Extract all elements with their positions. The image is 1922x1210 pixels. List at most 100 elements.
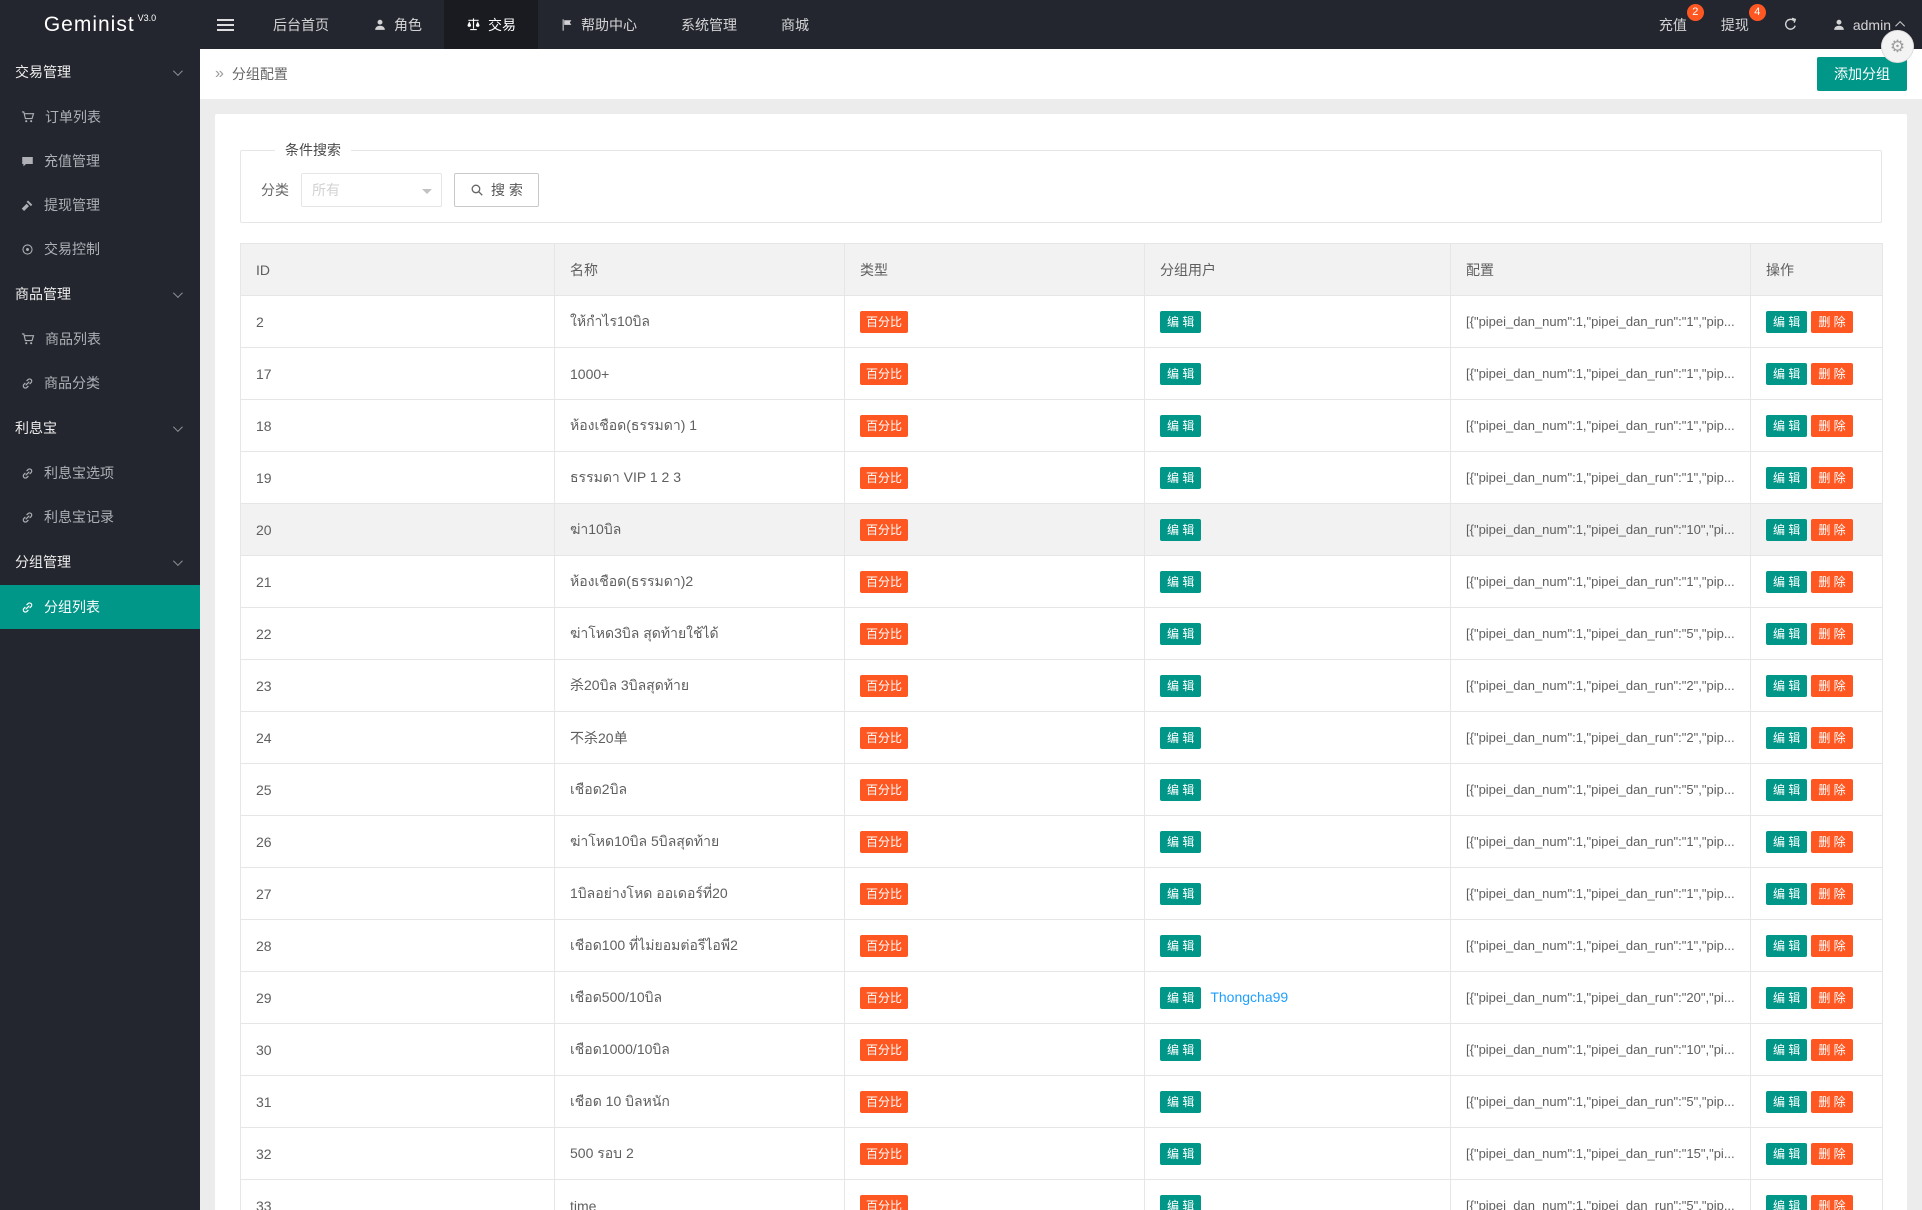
edit-button[interactable]: 编 辑 bbox=[1766, 519, 1807, 541]
withdraw-link[interactable]: 提现 4 bbox=[1704, 0, 1766, 49]
cell-actions: 编 辑删 除 bbox=[1751, 816, 1883, 868]
cell-type: 百分比 bbox=[845, 660, 1145, 712]
delete-button[interactable]: 删 除 bbox=[1811, 1039, 1852, 1061]
edit-users-button[interactable]: 编 辑 bbox=[1160, 363, 1201, 385]
sidebar-item[interactable]: 分组列表 bbox=[0, 585, 200, 629]
edit-users-button[interactable]: 编 辑 bbox=[1160, 623, 1201, 645]
cell-group-users: 编 辑 bbox=[1145, 400, 1451, 452]
column-header: 分组用户 bbox=[1145, 244, 1451, 296]
type-badge: 百分比 bbox=[860, 623, 908, 645]
edit-button[interactable]: 编 辑 bbox=[1766, 415, 1807, 437]
edit-button[interactable]: 编 辑 bbox=[1766, 1091, 1807, 1113]
sidebar-section[interactable]: 商品管理 bbox=[0, 271, 200, 317]
cell-group-users: 编 辑 bbox=[1145, 452, 1451, 504]
edit-button[interactable]: 编 辑 bbox=[1766, 467, 1807, 489]
delete-button[interactable]: 删 除 bbox=[1811, 779, 1852, 801]
edit-users-button[interactable]: 编 辑 bbox=[1160, 519, 1201, 541]
sidebar-item[interactable]: 提现管理 bbox=[0, 183, 200, 227]
sidebar-section[interactable]: 分组管理 bbox=[0, 539, 200, 585]
delete-button[interactable]: 删 除 bbox=[1811, 1091, 1852, 1113]
link-icon bbox=[21, 467, 34, 480]
cart-icon bbox=[21, 110, 35, 124]
sidebar-item[interactable]: 利息宝选项 bbox=[0, 451, 200, 495]
edit-users-button[interactable]: 编 辑 bbox=[1160, 779, 1201, 801]
edit-button[interactable]: 编 辑 bbox=[1766, 363, 1807, 385]
cell-name: ห้องเชือด(ธรรมดา) 1 bbox=[555, 400, 845, 452]
edit-users-button[interactable]: 编 辑 bbox=[1160, 1039, 1201, 1061]
theme-settings-button[interactable]: ⚙ bbox=[1881, 30, 1914, 63]
column-header: 名称 bbox=[555, 244, 845, 296]
delete-button[interactable]: 删 除 bbox=[1811, 1195, 1852, 1210]
nav-item[interactable]: 交易 bbox=[444, 0, 538, 49]
delete-button[interactable]: 删 除 bbox=[1811, 727, 1852, 749]
delete-button[interactable]: 删 除 bbox=[1811, 987, 1852, 1009]
search-button[interactable]: 搜 索 bbox=[454, 173, 539, 207]
edit-users-button[interactable]: 编 辑 bbox=[1160, 935, 1201, 957]
edit-users-button[interactable]: 编 辑 bbox=[1160, 883, 1201, 905]
edit-button[interactable]: 编 辑 bbox=[1766, 883, 1807, 905]
nav-item-label: 商城 bbox=[781, 15, 809, 35]
delete-button[interactable]: 删 除 bbox=[1811, 831, 1852, 853]
delete-button[interactable]: 删 除 bbox=[1811, 519, 1852, 541]
edit-users-button[interactable]: 编 辑 bbox=[1160, 415, 1201, 437]
nav-item[interactable]: 角色 bbox=[351, 0, 444, 49]
group-user-link[interactable]: Thongcha99 bbox=[1210, 989, 1288, 1005]
sidebar-collapse-icon[interactable] bbox=[200, 0, 251, 49]
delete-button[interactable]: 删 除 bbox=[1811, 1143, 1852, 1165]
nav-item[interactable]: 帮助中心 bbox=[538, 0, 659, 49]
edit-button[interactable]: 编 辑 bbox=[1766, 311, 1807, 333]
recharge-link[interactable]: 充值 2 bbox=[1642, 0, 1704, 49]
delete-button[interactable]: 删 除 bbox=[1811, 363, 1852, 385]
edit-users-button[interactable]: 编 辑 bbox=[1160, 1143, 1201, 1165]
delete-button[interactable]: 删 除 bbox=[1811, 675, 1852, 697]
table-row: 20ฆ่า10บิล百分比编 辑[{"pipei_dan_num":1,"pip… bbox=[241, 504, 1883, 556]
edit-button[interactable]: 编 辑 bbox=[1766, 1039, 1807, 1061]
delete-button[interactable]: 删 除 bbox=[1811, 883, 1852, 905]
edit-button[interactable]: 编 辑 bbox=[1766, 779, 1807, 801]
sidebar-section[interactable]: 交易管理 bbox=[0, 49, 200, 95]
edit-button[interactable]: 编 辑 bbox=[1766, 1195, 1807, 1210]
edit-users-button[interactable]: 编 辑 bbox=[1160, 571, 1201, 593]
edit-users-button[interactable]: 编 辑 bbox=[1160, 467, 1201, 489]
edit-button[interactable]: 编 辑 bbox=[1766, 831, 1807, 853]
edit-users-button[interactable]: 编 辑 bbox=[1160, 727, 1201, 749]
nav-item[interactable]: 商城 bbox=[759, 0, 831, 49]
sidebar-section-label: 商品管理 bbox=[15, 284, 71, 304]
edit-users-button[interactable]: 编 辑 bbox=[1160, 675, 1201, 697]
delete-button[interactable]: 删 除 bbox=[1811, 467, 1852, 489]
sidebar-item[interactable]: 交易控制 bbox=[0, 227, 200, 271]
table-row: 19ธรรมดา VIP 1 2 3百分比编 辑[{"pipei_dan_num… bbox=[241, 452, 1883, 504]
edit-button[interactable]: 编 辑 bbox=[1766, 623, 1807, 645]
cell-id: 32 bbox=[241, 1128, 555, 1180]
delete-button[interactable]: 删 除 bbox=[1811, 935, 1852, 957]
nav-item[interactable]: 后台首页 bbox=[251, 0, 351, 49]
sidebar-item[interactable]: 商品列表 bbox=[0, 317, 200, 361]
edit-users-button[interactable]: 编 辑 bbox=[1160, 1091, 1201, 1113]
edit-users-button[interactable]: 编 辑 bbox=[1160, 987, 1201, 1009]
delete-button[interactable]: 删 除 bbox=[1811, 623, 1852, 645]
edit-users-button[interactable]: 编 辑 bbox=[1160, 311, 1201, 333]
edit-button[interactable]: 编 辑 bbox=[1766, 935, 1807, 957]
delete-button[interactable]: 删 除 bbox=[1811, 571, 1852, 593]
category-select[interactable]: 所有 bbox=[301, 173, 442, 207]
sidebar-item[interactable]: 订单列表 bbox=[0, 95, 200, 139]
edit-button[interactable]: 编 辑 bbox=[1766, 675, 1807, 697]
sidebar-item[interactable]: 利息宝记录 bbox=[0, 495, 200, 539]
refresh-button[interactable] bbox=[1766, 0, 1815, 49]
delete-button[interactable]: 删 除 bbox=[1811, 311, 1852, 333]
edit-button[interactable]: 编 辑 bbox=[1766, 1143, 1807, 1165]
edit-button[interactable]: 编 辑 bbox=[1766, 987, 1807, 1009]
delete-button[interactable]: 删 除 bbox=[1811, 415, 1852, 437]
sidebar-item[interactable]: 商品分类 bbox=[0, 361, 200, 405]
cell-id: 18 bbox=[241, 400, 555, 452]
edit-users-button[interactable]: 编 辑 bbox=[1160, 1195, 1201, 1210]
edit-button[interactable]: 编 辑 bbox=[1766, 571, 1807, 593]
edit-users-button[interactable]: 编 辑 bbox=[1160, 831, 1201, 853]
sidebar-section[interactable]: 利息宝 bbox=[0, 405, 200, 451]
edit-button[interactable]: 编 辑 bbox=[1766, 727, 1807, 749]
app-title: Geminist bbox=[44, 13, 135, 37]
nav-item[interactable]: 系统管理 bbox=[659, 0, 759, 49]
cell-id: 31 bbox=[241, 1076, 555, 1128]
cell-type: 百分比 bbox=[845, 1076, 1145, 1128]
sidebar-item[interactable]: 充值管理 bbox=[0, 139, 200, 183]
